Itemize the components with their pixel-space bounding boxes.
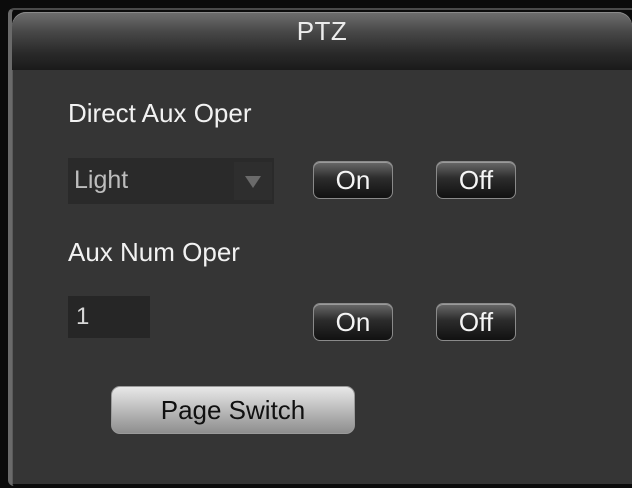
aux-num-on-button[interactable]: On (313, 303, 393, 341)
aux-num-oper-label: Aux Num Oper (68, 237, 240, 267)
ptz-dialog: PTZ Direct Aux Oper Light On Off Aux Num… (0, 0, 632, 488)
dropdown-selected-value: Light (74, 166, 129, 194)
aux-num-off-button[interactable]: Off (436, 303, 516, 341)
aux-num-value: 1 (76, 303, 90, 330)
aux-function-dropdown[interactable]: Light (68, 158, 274, 204)
page-switch-button[interactable]: Page Switch (111, 386, 355, 434)
direct-aux-off-button[interactable]: Off (436, 161, 516, 199)
aux-num-input[interactable]: 1 (68, 296, 150, 338)
direct-aux-on-button[interactable]: On (313, 161, 393, 199)
direct-aux-oper-label: Direct Aux Oper (68, 98, 252, 128)
dialog-title: PTZ (296, 16, 348, 46)
chevron-down-icon[interactable] (234, 162, 272, 200)
